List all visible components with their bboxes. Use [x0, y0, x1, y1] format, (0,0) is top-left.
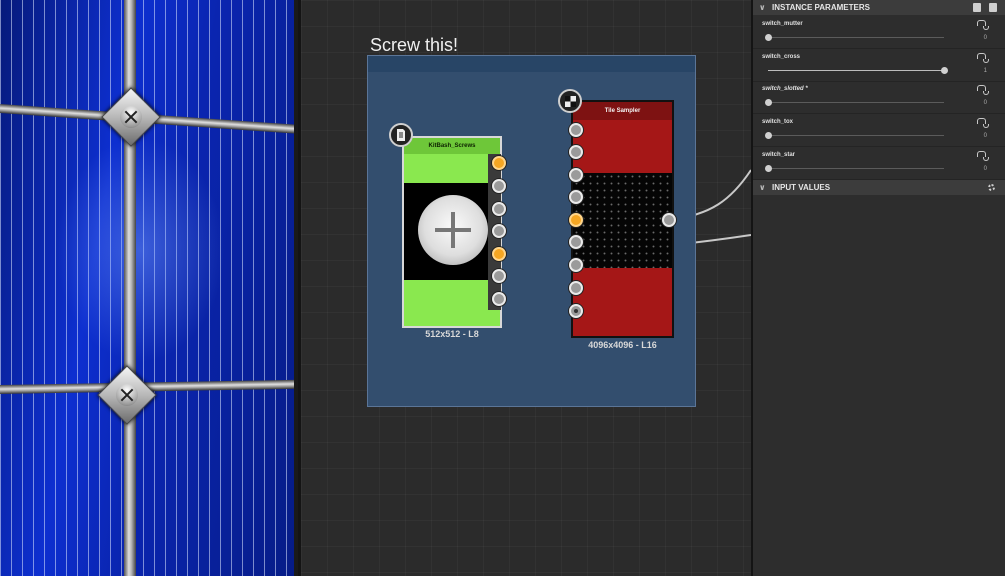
input-port[interactable] [569, 258, 583, 272]
output-port[interactable] [492, 247, 506, 261]
parameter-slider[interactable] [768, 66, 948, 74]
parameter-slider[interactable] [765, 132, 944, 140]
checkerboard-icon [558, 89, 582, 113]
link-icon[interactable] [977, 20, 989, 30]
input-port[interactable] [569, 145, 583, 159]
parameter-slider[interactable] [765, 99, 944, 107]
parameter-row: switch_slotted * 0 [753, 82, 1005, 115]
input-port[interactable] [569, 213, 583, 227]
instance-parameters-header[interactable]: ∨ INSTANCE PARAMETERS [753, 0, 1005, 15]
slider-handle[interactable] [941, 66, 948, 74]
screw-render [97, 365, 157, 425]
output-port[interactable] [492, 292, 506, 306]
parameter-value[interactable]: 0 [984, 35, 987, 41]
frame-header[interactable] [368, 56, 695, 72]
input-port[interactable] [569, 235, 583, 249]
input-values-header[interactable]: ∨ INPUT VALUES [753, 180, 1005, 195]
3d-viewport[interactable] [0, 0, 298, 576]
input-port[interactable] [569, 168, 583, 182]
parameter-value[interactable]: 0 [984, 133, 987, 139]
parameter-name: switch_slotted * [762, 86, 808, 93]
parameters-panel: ∨ INSTANCE PARAMETERS switch_mutter 0 swit… [753, 0, 1005, 576]
output-port[interactable] [662, 213, 676, 227]
parameter-name: switch_star [762, 151, 796, 158]
frame-title: Screw this! [370, 35, 459, 55]
parameter-value[interactable]: 0 [984, 100, 987, 106]
slider-handle[interactable] [765, 34, 772, 41]
node-thumbnail [573, 173, 672, 268]
load-preset-icon[interactable] [989, 3, 997, 12]
save-preset-icon[interactable] [973, 3, 981, 12]
screw-render [101, 87, 161, 147]
link-icon[interactable] [977, 52, 989, 63]
input-port[interactable] [569, 190, 583, 204]
input-port[interactable] [569, 123, 583, 137]
parameter-row: switch_tox 0 [753, 115, 1005, 148]
output-port[interactable] [492, 269, 506, 283]
parameter-name: switch_mutter [762, 21, 803, 27]
slider-handle[interactable] [765, 164, 772, 172]
output-port[interactable] [492, 202, 506, 216]
parameter-slider[interactable] [765, 34, 944, 41]
document-icon [389, 123, 413, 147]
slider-handle[interactable] [765, 99, 772, 107]
chevron-down-icon: ∨ [759, 3, 766, 12]
link-icon[interactable] [977, 85, 989, 96]
parameter-value[interactable]: 1 [984, 68, 987, 74]
slider-handle[interactable] [765, 132, 772, 140]
node-resolution-label: 512x512 - L8 [425, 329, 479, 339]
parameter-row: switch_cross 1 [753, 50, 1005, 82]
parameter-name: switch_cross [762, 53, 801, 60]
kitbash-screws-node[interactable]: KitBash_Screws [402, 136, 502, 328]
output-port[interactable] [492, 224, 506, 238]
link-icon[interactable] [977, 150, 989, 161]
parameter-row: switch_mutter 0 [753, 17, 1005, 49]
gear-icon[interactable] [988, 184, 995, 191]
parameter-value[interactable]: 0 [984, 166, 987, 172]
node-graph[interactable]: Screw this! KitBash_Screws 512x512 - L8 … [301, 0, 751, 576]
node-resolution-label: 4096x4096 - L16 [588, 340, 657, 350]
link-icon[interactable] [977, 118, 989, 129]
output-port[interactable] [492, 179, 506, 193]
parameter-name: switch_tox [762, 119, 794, 126]
input-port[interactable] [569, 281, 583, 295]
parameter-slider[interactable] [765, 164, 944, 172]
chevron-down-icon: ∨ [759, 183, 766, 192]
plus-icon [418, 195, 488, 265]
output-port[interactable] [492, 156, 506, 170]
node-title: KitBash_Screws [404, 138, 500, 154]
input-port[interactable] [569, 304, 583, 318]
parameter-row: switch_star 0 [753, 148, 1005, 180]
tile-sampler-node[interactable]: Tile Sampler [571, 100, 674, 338]
node-title: Tile Sampler [573, 102, 672, 120]
